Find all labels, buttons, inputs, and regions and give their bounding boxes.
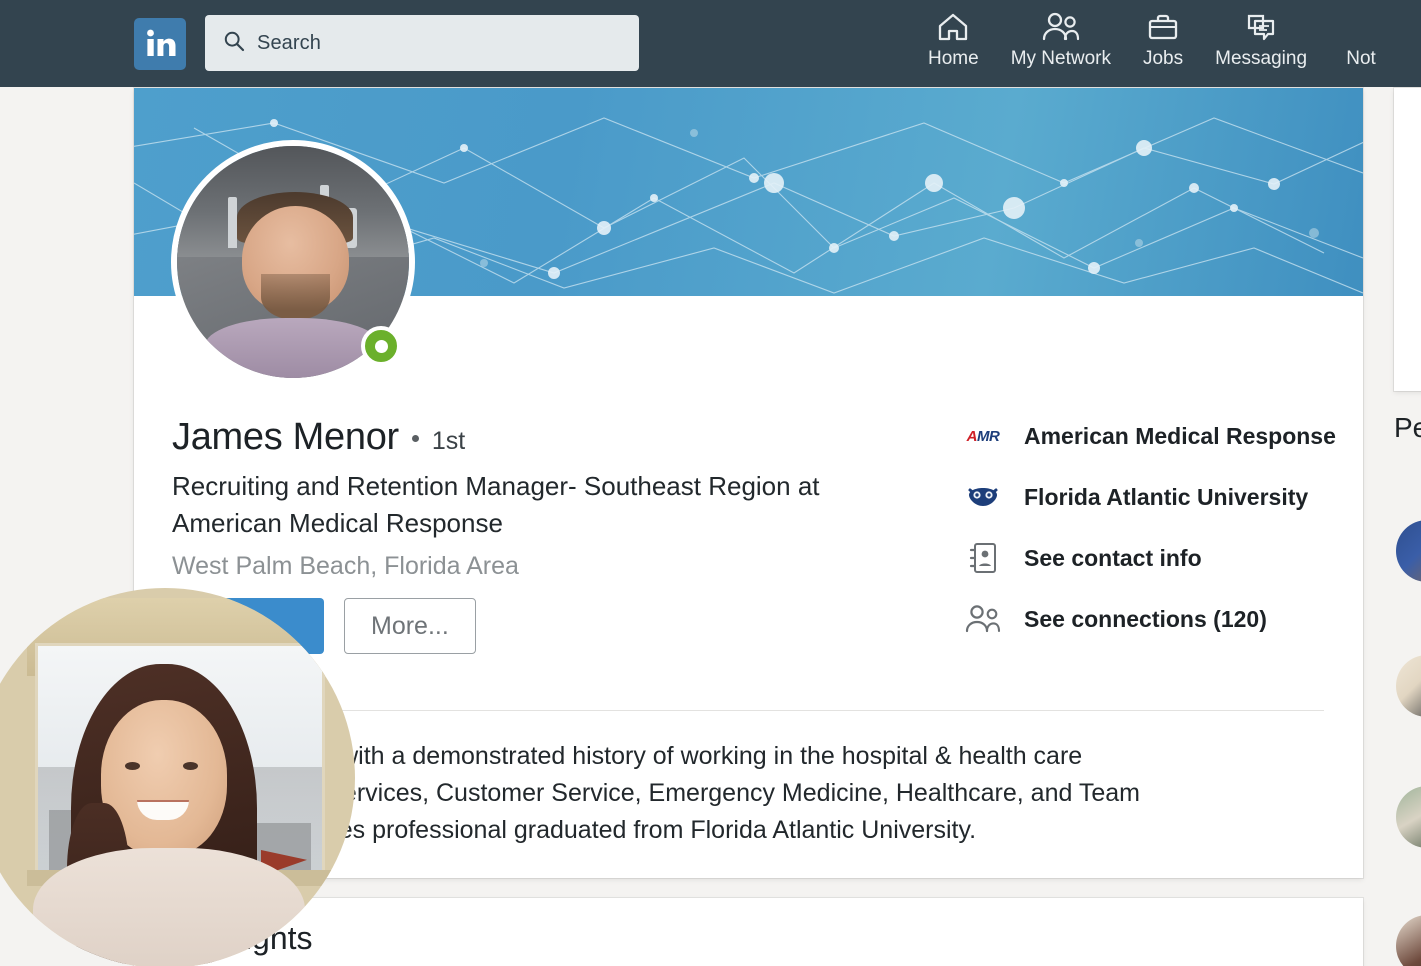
nav-item-messaging[interactable]: Messaging	[1199, 8, 1323, 70]
nav-item-jobs[interactable]: Jobs	[1127, 8, 1199, 70]
nav-label-my-network: My Network	[1010, 48, 1111, 69]
name-row: James Menor 1st	[172, 416, 932, 459]
app-window: Search Home My Network Jobs Messaging No…	[0, 0, 1421, 966]
more-button[interactable]: More...	[344, 598, 476, 654]
profile-location: West Palm Beach, Florida Area	[172, 551, 519, 580]
see-contact-info-link: See contact info	[1024, 544, 1202, 571]
info-row-school[interactable]: Florida Atlantic University	[962, 479, 1342, 515]
see-connections-link: See connections (120)	[1024, 605, 1267, 632]
connections-icon	[962, 601, 1004, 637]
nav-item-home[interactable]: Home	[912, 8, 995, 70]
search-icon	[223, 30, 245, 57]
profile-identity: James Menor 1st Recruiting and Retention…	[172, 416, 932, 581]
video-call-overlay[interactable]	[0, 588, 355, 966]
home-icon	[936, 8, 970, 46]
overlay-person-sweater	[33, 848, 305, 966]
nav-label-messaging: Messaging	[1215, 48, 1308, 69]
top-navbar: Search Home My Network Jobs Messaging No…	[0, 0, 1421, 87]
separator-dot	[411, 435, 419, 442]
profile-avatar[interactable]	[171, 140, 415, 384]
linkedin-logo[interactable]	[134, 18, 186, 70]
briefcase-icon	[1146, 8, 1180, 46]
nav-item-notifications[interactable]: Not	[1323, 8, 1385, 70]
nav-item-my-network[interactable]: My Network	[995, 8, 1127, 70]
sidebar-avatar-4[interactable]	[1396, 915, 1421, 966]
people-icon	[1041, 8, 1081, 46]
fau-owl-icon	[962, 479, 1004, 515]
nav-label-notifications: Not	[1346, 48, 1376, 69]
nav-label-home: Home	[928, 48, 979, 69]
nav-items: Home My Network Jobs Messaging Not	[912, 8, 1385, 80]
message-icon	[1243, 8, 1279, 46]
search-input[interactable]: Search	[205, 15, 639, 71]
nav-label-jobs: Jobs	[1142, 48, 1184, 69]
info-row-company[interactable]: AMR American Medical Response	[962, 418, 1342, 454]
sidebar-avatar-1[interactable]	[1396, 520, 1421, 582]
amr-logo-icon: AMR	[966, 427, 1000, 445]
connection-degree: 1st	[431, 427, 466, 455]
people-also-viewed-title: Pe	[1394, 412, 1421, 443]
info-row-connections[interactable]: See connections (120)	[962, 601, 1342, 637]
profile-headline: Recruiting and Retention Manager- Southe…	[172, 471, 820, 538]
info-row-contact[interactable]: See contact info	[962, 540, 1342, 576]
profile-name: James Menor	[172, 416, 399, 458]
company-name: American Medical Response	[1024, 422, 1336, 449]
sidebar-avatar-2[interactable]	[1396, 655, 1421, 717]
school-name: Florida Atlantic University	[1024, 483, 1309, 510]
open-to-work-badge	[361, 326, 401, 366]
profile-info-column: AMR American Medical Response Florida At…	[962, 418, 1342, 662]
contact-card-icon	[962, 540, 1004, 576]
sidebar-avatar-3[interactable]	[1396, 786, 1421, 848]
search-placeholder: Search	[257, 31, 321, 54]
sidebar-top-card	[1394, 88, 1421, 391]
